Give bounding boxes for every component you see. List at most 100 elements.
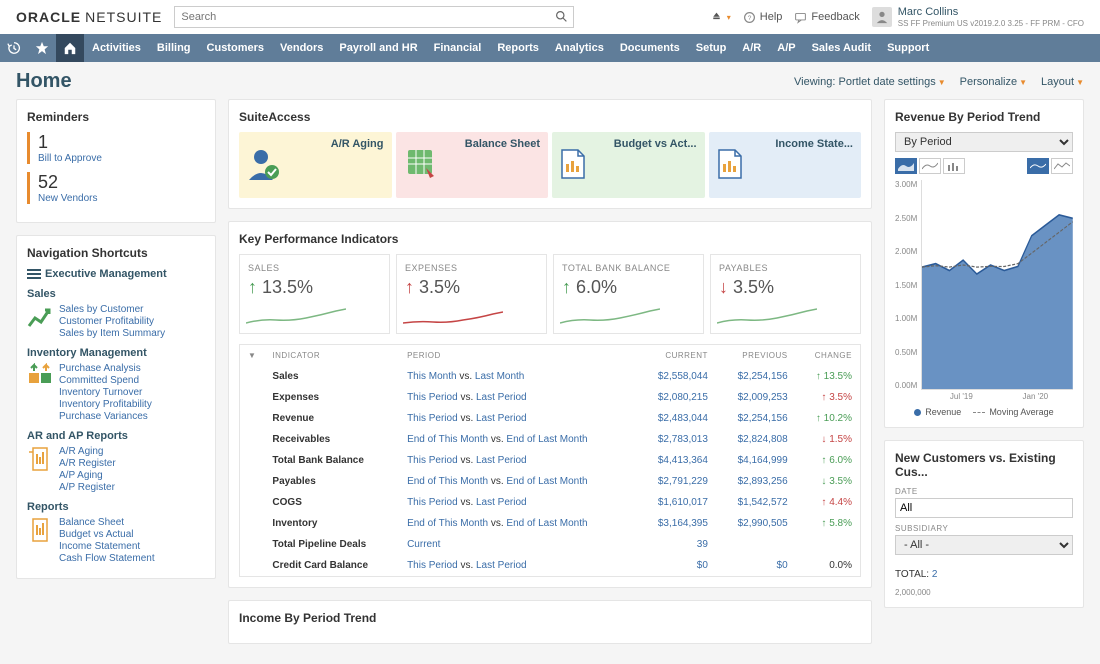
- legend-moving-avg-dash: [973, 412, 985, 413]
- kpi-row[interactable]: Total Pipeline DealsCurrent39: [240, 534, 861, 555]
- shortcut-link[interactable]: Budget vs Actual: [59, 529, 155, 540]
- revenue-area-chart: 3.00M2.50M2.00M1.50M1.00M0.50M0.00M: [895, 180, 1073, 390]
- kpi-row[interactable]: Total Bank BalanceThis Period vs. Last P…: [240, 450, 861, 471]
- revenue-trend-portlet: Revenue By Period Trend By Period 3.00M2…: [884, 99, 1084, 428]
- suiteaccess-tile[interactable]: A/R Aging: [239, 132, 392, 198]
- date-filter-input[interactable]: [895, 498, 1073, 518]
- exec-mgmt-link[interactable]: Executive Management: [27, 268, 205, 280]
- nav-tab-vendors[interactable]: Vendors: [272, 34, 331, 62]
- nav-tab-activities[interactable]: Activities: [84, 34, 149, 62]
- revenue-period-select[interactable]: By Period: [895, 132, 1073, 152]
- kpi-row[interactable]: SalesThis Month vs. Last Month$2,558,044…: [240, 366, 861, 387]
- nav-tab-analytics[interactable]: Analytics: [547, 34, 612, 62]
- shortcut-link[interactable]: Committed Spend: [59, 375, 152, 386]
- search-input[interactable]: [174, 6, 574, 28]
- personalize-dropdown[interactable]: Personalize▼: [960, 76, 1027, 88]
- nav-star-icon[interactable]: [28, 34, 56, 62]
- nav-tab-setup[interactable]: Setup: [688, 34, 735, 62]
- reminder-count: 52: [38, 172, 205, 193]
- suiteaccess-portlet: SuiteAccess A/R AgingBalance SheetBudget…: [228, 99, 872, 209]
- avatar-icon: [872, 7, 892, 27]
- nav-shortcuts-title: Navigation Shortcuts: [27, 246, 205, 260]
- nav-tab-a-r[interactable]: A/R: [734, 34, 769, 62]
- subsidiary-select[interactable]: - All -: [895, 535, 1073, 555]
- shortcut-link[interactable]: Income Statement: [59, 541, 155, 552]
- shortcut-group-title: Reports: [27, 501, 205, 513]
- reminders-title: Reminders: [27, 110, 205, 124]
- income-trend-portlet: Income By Period Trend: [228, 600, 872, 644]
- kpi-card[interactable]: SALES ↑ 13.5%: [239, 254, 390, 334]
- kpi-title: Key Performance Indicators: [239, 232, 861, 246]
- kpi-row[interactable]: Credit Card BalanceThis Period vs. Last …: [240, 555, 861, 577]
- kpi-row[interactable]: ExpensesThis Period vs. Last Period$2,08…: [240, 387, 861, 408]
- shortcut-link[interactable]: Sales by Customer: [59, 304, 165, 315]
- suiteaccess-tile[interactable]: Budget vs Act...: [552, 132, 705, 198]
- navigation-shortcuts-portlet: Navigation Shortcuts Executive Managemen…: [16, 235, 216, 579]
- kpi-row[interactable]: InventoryEnd of This Month vs. End of La…: [240, 513, 861, 534]
- shortcut-link[interactable]: Purchase Analysis: [59, 363, 152, 374]
- income-trend-title: Income By Period Trend: [239, 611, 861, 625]
- shortcut-link[interactable]: A/P Register: [59, 482, 116, 493]
- shortcut-link[interactable]: Balance Sheet: [59, 517, 155, 528]
- shortcut-link[interactable]: A/P Aging: [59, 470, 116, 481]
- legend-revenue-dot: [914, 409, 921, 416]
- tile-icon: [717, 148, 743, 183]
- kpi-row[interactable]: RevenueThis Period vs. Last Period$2,483…: [240, 408, 861, 429]
- shortcut-group-icon: [27, 304, 53, 333]
- nav-history-icon[interactable]: [0, 34, 28, 62]
- suiteaccess-tile[interactable]: Income State...: [709, 132, 862, 198]
- nav-tab-customers[interactable]: Customers: [199, 34, 272, 62]
- chart-type-area-icon[interactable]: [895, 158, 917, 174]
- nav-tab-a-p[interactable]: A/P: [769, 34, 803, 62]
- feedback-link[interactable]: Feedback: [794, 11, 859, 24]
- kpi-row[interactable]: ReceivablesEnd of This Month vs. End of …: [240, 429, 861, 450]
- nav-tab-financial[interactable]: Financial: [426, 34, 490, 62]
- nav-home-icon[interactable]: [56, 34, 84, 62]
- nav-tab-sales-audit[interactable]: Sales Audit: [804, 34, 880, 62]
- shortcut-link[interactable]: Inventory Profitability: [59, 399, 152, 410]
- shortcut-link[interactable]: Customer Profitability: [59, 316, 165, 327]
- chart-view-icon[interactable]: [1027, 158, 1049, 174]
- tile-icon: [247, 146, 283, 185]
- user-menu[interactable]: Marc Collins SS FF Premium US v2019.2.0 …: [872, 6, 1084, 29]
- viewing-dropdown[interactable]: Viewing: Portlet date settings▼: [794, 76, 946, 88]
- reminder-link[interactable]: Bill to Approve: [38, 153, 205, 164]
- chart-detail-icon[interactable]: [1051, 158, 1073, 174]
- new-customers-portlet: New Customers vs. Existing Cus... DATE S…: [884, 440, 1084, 608]
- help-link[interactable]: ? Help: [743, 11, 783, 24]
- tile-icon: [404, 146, 440, 185]
- customers-y-tick: 2,000,000: [895, 588, 1073, 597]
- subsidiary-filter-label: SUBSIDIARY: [895, 524, 1073, 533]
- kpi-card[interactable]: EXPENSES ↑ 3.5%: [396, 254, 547, 334]
- layout-dropdown[interactable]: Layout▼: [1041, 76, 1084, 88]
- kpi-row[interactable]: COGSThis Period vs. Last Period$1,610,01…: [240, 492, 861, 513]
- chart-type-line-icon[interactable]: [919, 158, 941, 174]
- kpi-card[interactable]: TOTAL BANK BALANCE ↑ 6.0%: [553, 254, 704, 334]
- shortcut-link[interactable]: Purchase Variances: [59, 411, 152, 422]
- shortcut-link[interactable]: Sales by Item Summary: [59, 328, 165, 339]
- chart-type-bar-icon[interactable]: [943, 158, 965, 174]
- shortcut-group-icon: [27, 446, 53, 475]
- nav-tab-reports[interactable]: Reports: [489, 34, 547, 62]
- tile-icon: [560, 148, 586, 183]
- shortcut-link[interactable]: A/R Aging: [59, 446, 116, 457]
- kpi-row[interactable]: PayablesEnd of This Month vs. End of Las…: [240, 471, 861, 492]
- nav-tab-support[interactable]: Support: [879, 34, 937, 62]
- shortcut-link[interactable]: Inventory Turnover: [59, 387, 152, 398]
- kpi-table: ▼ INDICATOR PERIOD CURRENT PREVIOUS CHAN…: [239, 344, 861, 577]
- kpi-card[interactable]: PAYABLES ↓ 3.5%: [710, 254, 861, 334]
- shortcut-group-title: Inventory Management: [27, 347, 205, 359]
- global-search[interactable]: [174, 6, 574, 28]
- nav-tab-documents[interactable]: Documents: [612, 34, 688, 62]
- shortcut-link[interactable]: Cash Flow Statement: [59, 553, 155, 564]
- shortcut-link[interactable]: A/R Register: [59, 458, 116, 469]
- shortcut-group-title: AR and AP Reports: [27, 430, 205, 442]
- total-value-link[interactable]: 2: [932, 569, 938, 580]
- reminder-link[interactable]: New Vendors: [38, 193, 205, 204]
- notifications-icon[interactable]: ▾: [710, 11, 731, 24]
- list-icon: [27, 269, 41, 279]
- nav-tab-payroll-and-hr[interactable]: Payroll and HR: [331, 34, 425, 62]
- nav-tab-billing[interactable]: Billing: [149, 34, 199, 62]
- new-customers-title: New Customers vs. Existing Cus...: [895, 451, 1073, 479]
- suiteaccess-tile[interactable]: Balance Sheet: [396, 132, 549, 198]
